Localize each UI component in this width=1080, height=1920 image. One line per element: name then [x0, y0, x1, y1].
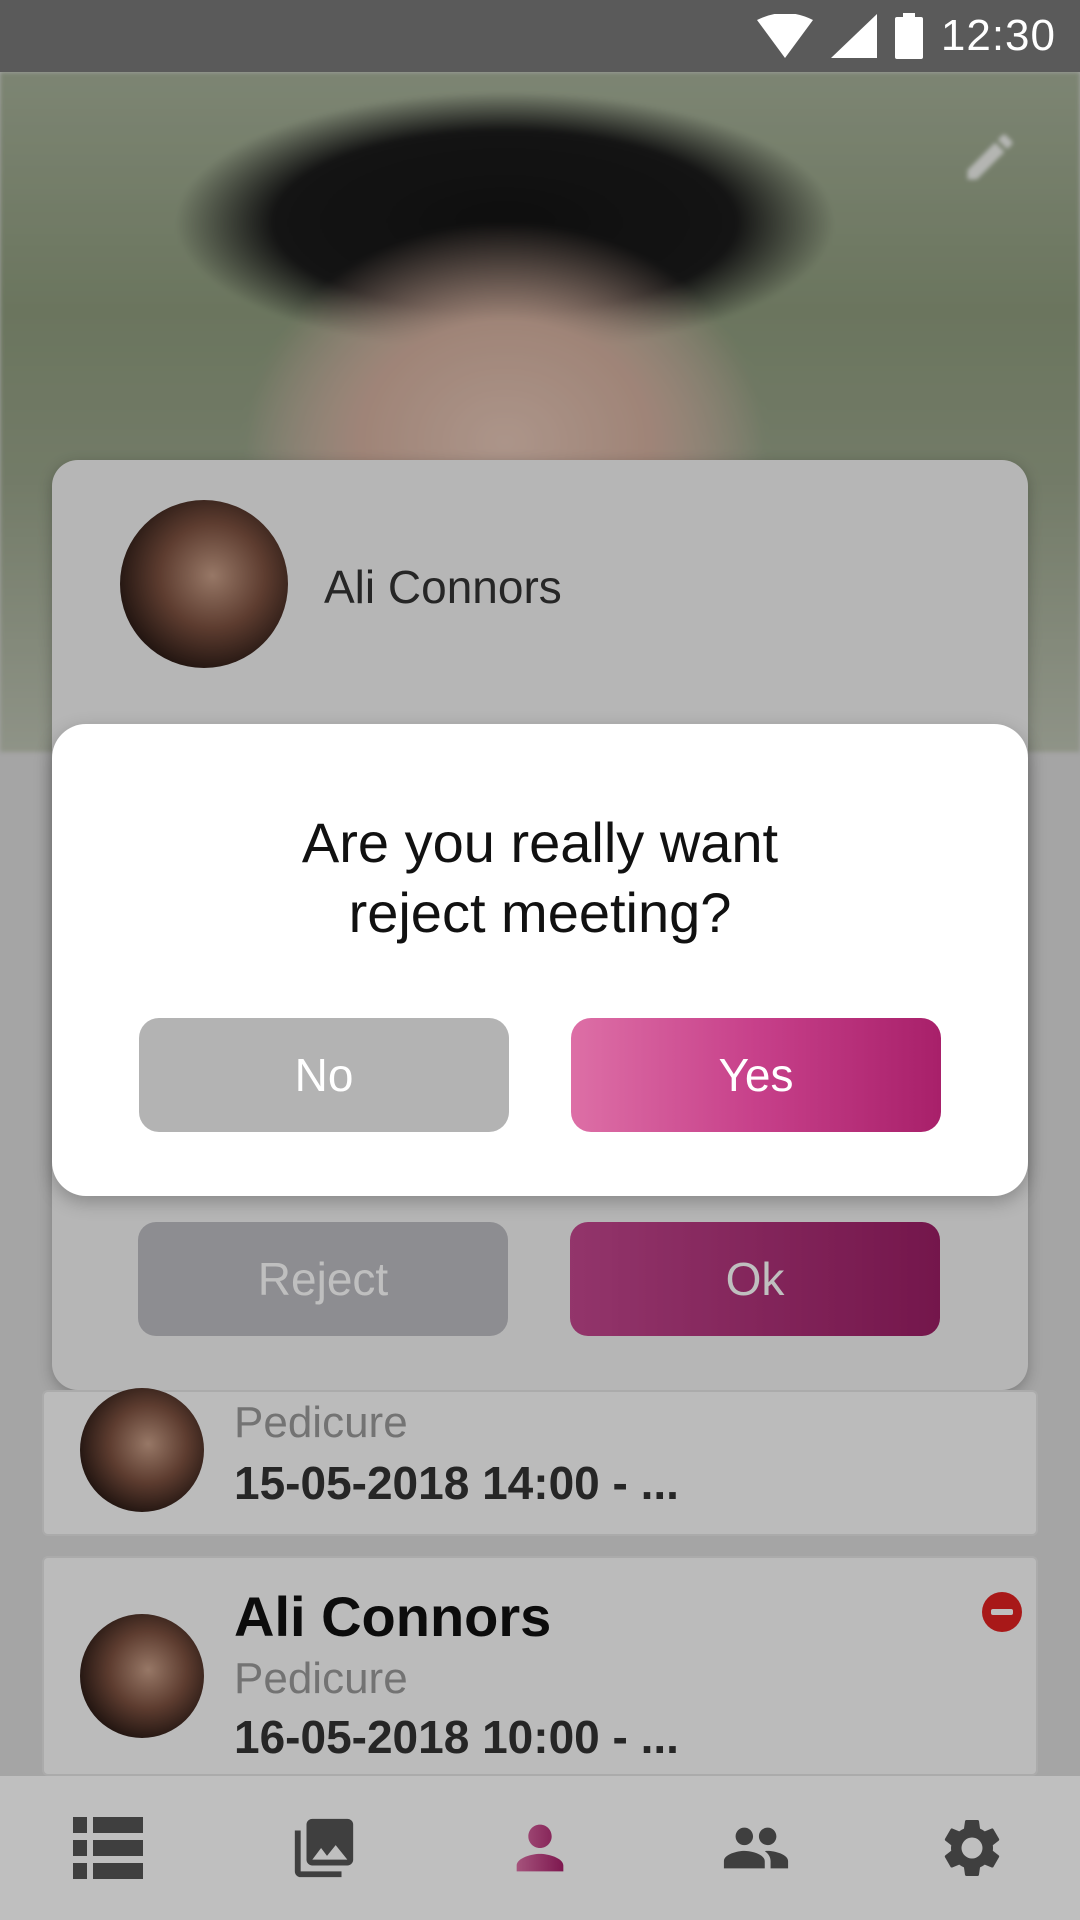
dialog-message-line-1: Are you really want: [301, 811, 779, 874]
dialog-message: Are you really want reject meeting?: [52, 808, 1028, 948]
status-time: 12:30: [940, 11, 1056, 60]
dialog-message-line-2: reject meeting?: [348, 881, 732, 944]
no-button[interactable]: No: [139, 1018, 509, 1132]
confirm-dialog: Are you really want reject meeting? No Y…: [52, 724, 1028, 1196]
signal-icon: [830, 14, 877, 58]
yes-button[interactable]: Yes: [571, 1018, 941, 1132]
status-bar: 12:30: [0, 0, 1080, 72]
wifi-icon: [756, 14, 813, 58]
battery-icon: [894, 13, 923, 59]
